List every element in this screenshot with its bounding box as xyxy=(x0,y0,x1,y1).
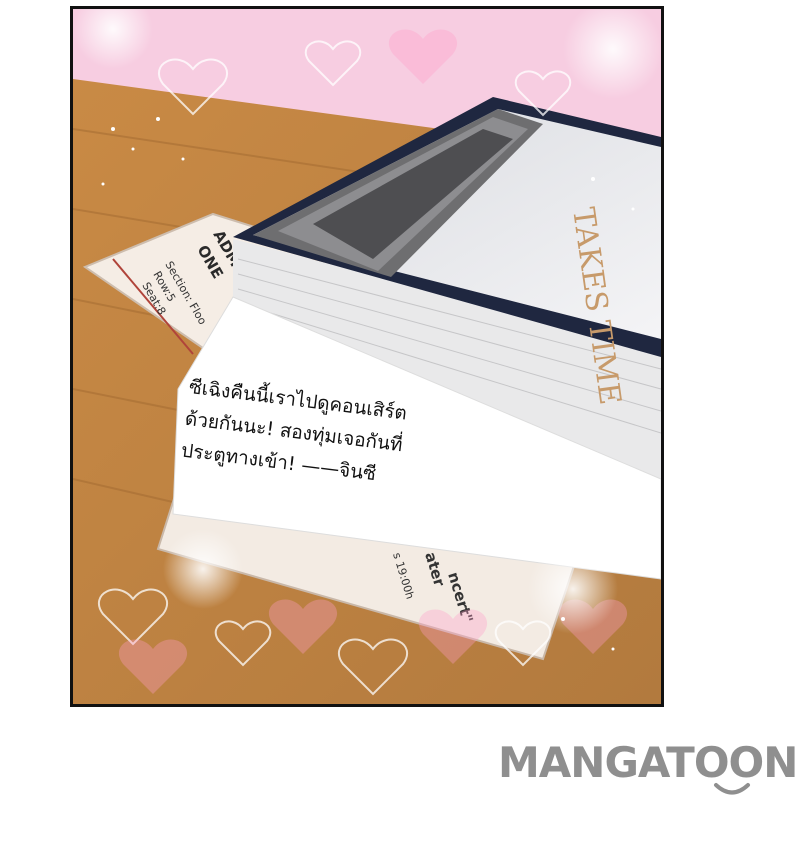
scene-illustration: ncert" ater s 19:00h ADMIT ONE Section: … xyxy=(73,9,661,704)
logo-wordmark: MANGATOON xyxy=(498,738,798,787)
comic-panel: ncert" ater s 19:00h ADMIT ONE Section: … xyxy=(70,6,664,707)
mangatoon-logo: MANGATOON xyxy=(498,738,800,804)
smile-icon xyxy=(714,783,750,795)
